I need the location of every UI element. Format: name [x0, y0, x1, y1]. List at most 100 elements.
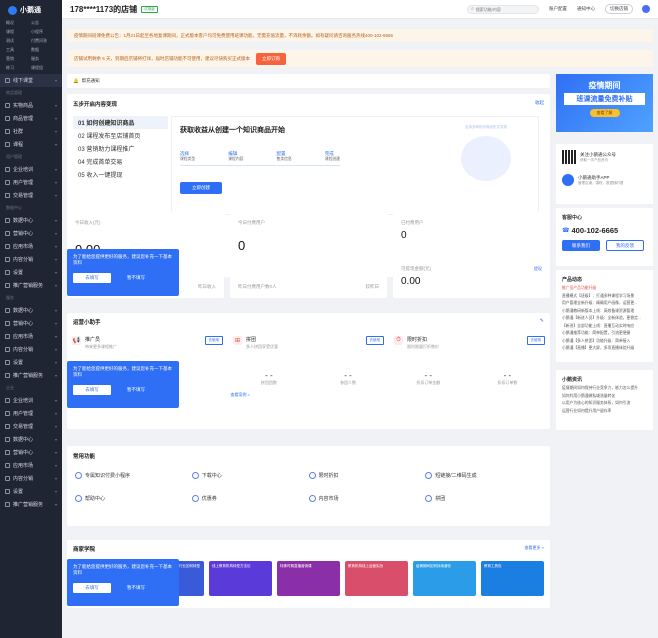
sidebar-item[interactable]: 设置 ▾ [0, 266, 62, 279]
sidebar-item[interactable]: 数据中心 ▾ [0, 304, 62, 317]
switch-shop-button[interactable]: 切换店铺 [605, 4, 633, 14]
course-thumbnail[interactable]: 线上教育机构转型方法论 [209, 561, 272, 596]
contact-us-button[interactable]: 联系我们 [562, 240, 600, 251]
course-thumbnail[interactable]: 教育机构线上运营实战 [345, 561, 408, 596]
quick-link[interactable]: 数据 [31, 47, 56, 53]
info-item[interactable]: 运营行业如何提升用户留存率 [562, 408, 647, 416]
sidebar-item[interactable]: 课程 ▾ [0, 138, 62, 151]
quick-link[interactable]: 公告 [31, 20, 56, 26]
sidebar-item[interactable]: 企业培训 ▾ [0, 163, 62, 176]
course-thumbnail[interactable]: 教育工具包 [481, 561, 544, 596]
collapse-link[interactable]: 收起 [535, 100, 544, 108]
info-item[interactable]: 疫情期间如何保持行业竞争力，能力怎么提升 [562, 385, 647, 393]
step-item[interactable]: 01 如何创建知识商品 [73, 116, 168, 129]
my-feedback-button[interactable]: 我的反馈 [606, 240, 644, 251]
sidebar-item[interactable]: 企业培训 ▾ [0, 394, 62, 407]
sidebar-item[interactable]: 营销中心 ▾ [0, 227, 62, 240]
avatar[interactable] [642, 5, 650, 13]
sidebar-item[interactable]: 设置 ▾ [0, 485, 62, 498]
sidebar-item-offline[interactable]: 线下课堂 ▾ [0, 74, 62, 87]
withdraw-link[interactable]: 提现 [534, 266, 542, 272]
use-tool-button[interactable]: 去使用 [365, 336, 384, 345]
news-item[interactable]: 小鹅通【新进人员】升级：全新体验，更稳定... [562, 315, 647, 323]
sidebar-item[interactable]: 推广营销服务 ▾ [0, 498, 62, 511]
view-cases-link[interactable]: 查看案例 > [230, 392, 249, 398]
search-box[interactable]: ⌕ [467, 4, 539, 14]
skip-button[interactable]: 暂不填写 [127, 387, 145, 393]
news-item[interactable]: 小鹅通【多人拼团】功能升级：简单接入 [562, 338, 647, 346]
quick-link[interactable]: 付费问答 [31, 38, 56, 44]
quick-link[interactable]: 小程序 [31, 29, 56, 35]
quick-link[interactable]: 工具 [6, 47, 31, 53]
sidebar-item[interactable]: 数据中心 ▾ [0, 214, 62, 227]
shop-name[interactable]: 178****1173的店铺 [70, 4, 137, 15]
sidebar-item[interactable]: 应用市场 ▾ [0, 459, 62, 472]
news-item[interactable]: 【新进】全部功能上线：直播互动实时响应 [562, 323, 647, 331]
step-item[interactable]: 03 营销助力课程推广 [73, 142, 168, 155]
news-item[interactable]: 推广员产品功能升级 [562, 285, 647, 293]
sidebar-item[interactable]: 交易管理 ▾ [0, 420, 62, 433]
common-function-item[interactable]: 专属知识付费小程序 [75, 472, 192, 479]
quick-link[interactable]: 课程 [6, 29, 31, 35]
notification-center-link[interactable]: 通知中心 [577, 6, 595, 12]
quick-link[interactable]: 概况 [6, 20, 31, 26]
skip-button[interactable]: 暂不填写 [127, 585, 145, 591]
account-settings-link[interactable]: 账户配置 [549, 6, 567, 12]
fill-in-button[interactable]: 去填写 [73, 385, 111, 395]
sidebar-item[interactable]: 用户管理 ▾ [0, 176, 62, 189]
news-item[interactable]: 直播模式【班级】：打通多种课程学习场景 [562, 293, 647, 301]
info-item[interactable]: 以用户为核心的知识服务体系，如何引流 [562, 400, 647, 408]
common-function-item[interactable]: 帮助中心 [75, 495, 192, 502]
create-now-button[interactable]: 立即创建 [180, 182, 222, 194]
sidebar-item[interactable]: 实物商品 ▾ [0, 99, 62, 112]
common-function-item[interactable]: 下载中心 [191, 472, 309, 479]
step-item[interactable]: 02 课程发布至店铺首页 [73, 129, 168, 142]
use-tool-button[interactable]: 去使用 [526, 336, 545, 345]
sidebar-item[interactable]: 应用市场 ▾ [0, 240, 62, 253]
step-item[interactable]: 04 完成首单交易 [73, 155, 168, 168]
sidebar-item[interactable]: 设置 ▾ [0, 356, 62, 369]
step-item[interactable]: 05 收入一键提现 [73, 168, 168, 181]
promo-banner[interactable]: 疫情期间 班课流量免费补贴 查看了解 [556, 74, 653, 132]
sidebar-item[interactable]: 应用市场 ▾ [0, 330, 62, 343]
sidebar-item[interactable]: 用户管理 ▾ [0, 407, 62, 420]
academy-more-link[interactable]: 查看更多 > [525, 545, 544, 553]
course-thumbnail[interactable]: 特殊时期直播营销课 [277, 561, 340, 596]
order-now-button[interactable]: 立即订购 [256, 52, 286, 65]
common-function-item[interactable]: 内容市场 [308, 495, 426, 502]
banner-button[interactable]: 查看了解 [589, 109, 620, 117]
common-function-item[interactable]: 优惠券 [191, 495, 309, 502]
use-tool-button[interactable]: 去使用 [204, 336, 223, 345]
news-item[interactable]: 用户管理全新升级：精确用户画像，运营更... [562, 300, 647, 308]
sidebar-item[interactable]: 推广营销服务 ▾ [0, 369, 62, 382]
sidebar-item[interactable]: 内容分销 ▾ [0, 472, 62, 485]
common-function-item[interactable]: 拼团 [425, 495, 542, 502]
sidebar-item[interactable]: 社群 ▾ [0, 125, 62, 138]
quick-link[interactable]: 课程组 [31, 65, 56, 71]
skip-button[interactable]: 暂不填写 [127, 275, 145, 281]
quick-link[interactable]: 服务 [31, 56, 56, 62]
sidebar-item[interactable]: 交易管理 ▾ [0, 189, 62, 202]
app-logo[interactable]: 小鹅通 [0, 0, 62, 20]
sidebar-item[interactable]: 营销中心 ▾ [0, 317, 62, 330]
common-function-item[interactable]: 限时折扣 [308, 472, 426, 479]
news-item[interactable]: 小鹅通推荐功能：简单配置，引流更便捷 [562, 330, 647, 338]
quick-link[interactable]: 测试 [6, 38, 31, 44]
quick-link[interactable]: 练习 [6, 65, 31, 71]
sidebar-item[interactable]: 商品管理 ▾ [0, 112, 62, 125]
news-item[interactable]: 小鹅通教研新版本上线：高效备课资源管理 [562, 308, 647, 316]
news-item[interactable]: 小鹅通【直播】更大屏，多项直播体验升级 [562, 345, 647, 353]
info-item[interactable]: 如何利用小鹅通做私域流量转化 [562, 393, 647, 401]
edit-icon[interactable]: ✎ [540, 318, 544, 326]
sidebar-item[interactable]: 数据中心 ▾ [0, 433, 62, 446]
sidebar-item[interactable]: 营销中心 ▾ [0, 446, 62, 459]
fill-in-button[interactable]: 去填写 [73, 273, 111, 283]
sidebar-item[interactable]: 内容分销 ▾ [0, 253, 62, 266]
search-input[interactable] [475, 6, 535, 12]
sidebar-item[interactable]: 推广营销服务 ▾ [0, 279, 62, 292]
course-thumbnail[interactable]: 疫情期间如何持续营收 [413, 561, 476, 596]
fill-in-button[interactable]: 去填写 [73, 583, 111, 593]
quick-link[interactable]: 营销 [6, 56, 31, 62]
common-function-item[interactable]: 短链接/二维码生成 [425, 472, 542, 479]
sidebar-item[interactable]: 内容分销 ▾ [0, 343, 62, 356]
